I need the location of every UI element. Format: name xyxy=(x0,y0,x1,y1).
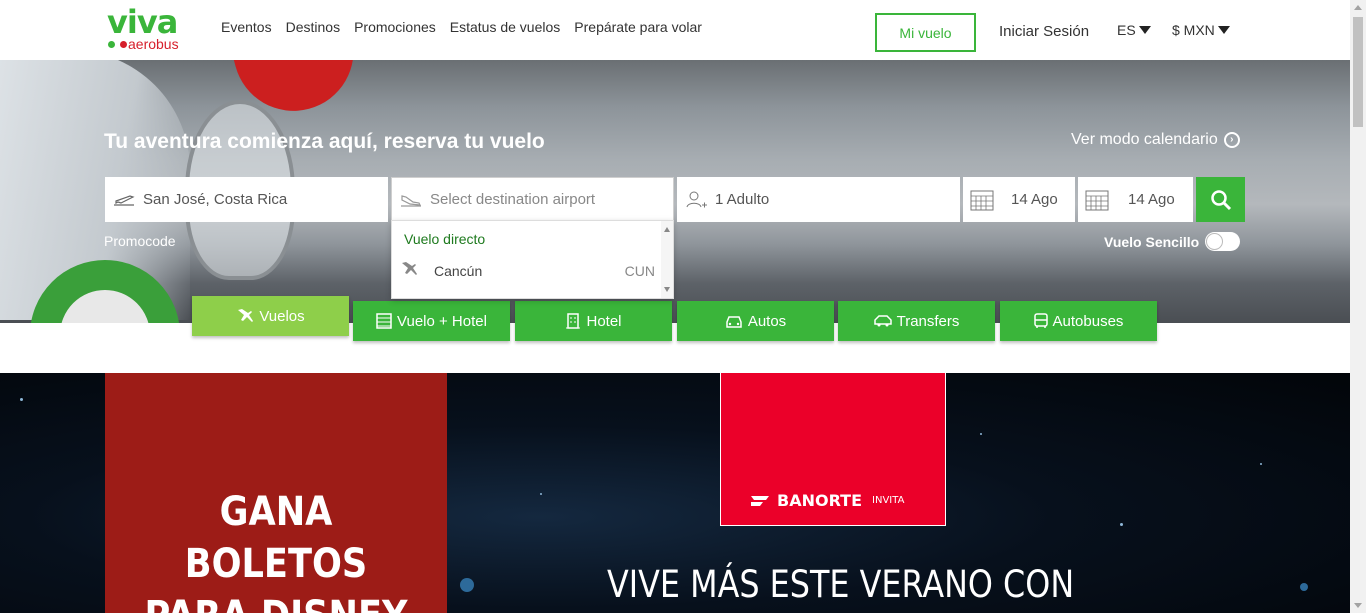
return-date-field[interactable]: 14 Ago xyxy=(1078,177,1193,222)
departure-date-field[interactable]: 14 Ago xyxy=(963,177,1075,222)
destination-field[interactable] xyxy=(391,177,674,222)
calendar-icon xyxy=(1078,188,1116,212)
dropdown-option-cancun[interactable]: Cancún CUN xyxy=(400,261,655,280)
scroll-up-arrow-icon[interactable] xyxy=(664,227,670,232)
passengers-value: 1 Adulto xyxy=(715,191,770,208)
bus-icon xyxy=(1033,313,1048,328)
origin-value: San José, Costa Rica xyxy=(143,191,288,208)
scroll-down-arrow-icon[interactable] xyxy=(1354,603,1362,608)
one-way-toggle-group: Vuelo Sencillo xyxy=(1104,232,1241,251)
shuttle-icon xyxy=(873,315,892,327)
banner-headline: VIVE MÁS ESTE VERANO CON xyxy=(607,563,1075,606)
banorte-sponsor-box: BANORTE INVITA xyxy=(720,373,946,526)
dropdown-section-header: Vuelo directo xyxy=(404,231,486,247)
tab-transfers[interactable]: Transfers xyxy=(838,301,995,341)
hero-section: Tu aventura comienza aquí, reserva tu vu… xyxy=(0,60,1350,323)
plane-landing-icon xyxy=(392,192,430,208)
nav-item-promociones[interactable]: Promociones xyxy=(354,19,436,35)
star-decoration xyxy=(1260,463,1262,465)
promo-banner[interactable]: GANA BOLETOS PARA DISNEY BANORTE INVITA … xyxy=(0,373,1350,613)
star-decoration xyxy=(1120,523,1123,526)
tab-label: Autobuses xyxy=(1052,312,1124,330)
plane-takeoff-icon xyxy=(105,192,143,208)
caret-down-icon xyxy=(1217,26,1230,34)
currency-label: $ MXN xyxy=(1172,22,1215,38)
tab-autobuses[interactable]: Autobuses xyxy=(1000,301,1157,341)
origin-field[interactable]: San José, Costa Rica xyxy=(105,177,388,222)
nav-item-estatus[interactable]: Estatus de vuelos xyxy=(450,19,561,35)
tab-label: Hotel xyxy=(586,312,622,330)
search-button[interactable] xyxy=(1196,177,1245,222)
banner-line-1: GANA xyxy=(219,489,333,535)
banner-left-headline: GANA BOLETOS PARA DISNEY xyxy=(126,486,427,613)
hero-title: Tu aventura comienza aquí, reserva tu vu… xyxy=(104,130,545,153)
calendar-mode-link[interactable]: Ver modo calendario › xyxy=(1071,131,1240,149)
star-decoration xyxy=(980,433,982,435)
passengers-field[interactable]: 1 Adulto xyxy=(677,177,960,222)
star-decoration xyxy=(540,493,542,495)
tab-label: Transfers xyxy=(896,312,960,330)
logo-green-dot xyxy=(108,41,115,48)
viva-aerobus-logo[interactable]: viva aerobus xyxy=(107,4,197,54)
nav-item-eventos[interactable]: Eventos xyxy=(221,19,272,35)
language-selector[interactable]: ES xyxy=(1117,22,1151,38)
banner-line-3: PARA DISNEY xyxy=(126,590,427,613)
chevron-right-circle-icon: › xyxy=(1223,132,1240,148)
banorte-logo: BANORTE INVITA xyxy=(749,491,904,510)
promocode-link[interactable]: Promocode xyxy=(104,233,176,249)
one-way-label: Vuelo Sencillo xyxy=(1104,233,1200,250)
car-icon xyxy=(726,316,742,328)
planet-decoration xyxy=(1300,583,1308,591)
banorte-name: BANORTE xyxy=(777,491,863,510)
page-scrollbar[interactable] xyxy=(1350,0,1366,613)
tab-hotel[interactable]: Hotel xyxy=(515,301,672,341)
destination-dropdown: Vuelo directo Cancún CUN xyxy=(391,220,674,299)
star-decoration xyxy=(20,398,23,401)
banner-line-2: BOLETOS xyxy=(184,541,368,587)
plane-icon xyxy=(400,261,418,280)
calendar-mode-label: Ver modo calendario xyxy=(1071,131,1218,148)
language-label: ES xyxy=(1117,22,1136,38)
main-nav: Eventos Destinos Promociones Estatus de … xyxy=(221,19,702,35)
logo-red-dot xyxy=(120,41,127,48)
search-icon xyxy=(1210,189,1231,210)
departure-date-value: 14 Ago xyxy=(1011,191,1058,208)
scroll-down-arrow-icon[interactable] xyxy=(664,287,670,292)
banorte-invita: INVITA xyxy=(872,495,905,506)
caret-down-icon xyxy=(1138,26,1151,34)
scroll-up-arrow-icon[interactable] xyxy=(1354,5,1362,10)
logo-aerobus-text: aerobus xyxy=(128,36,179,52)
site-header: viva aerobus Eventos Destinos Promocione… xyxy=(0,0,1350,60)
toggle-knob xyxy=(1206,233,1224,250)
my-flight-button[interactable]: Mi vuelo xyxy=(875,13,976,52)
hotel-icon xyxy=(566,313,581,329)
dropdown-scrollbar[interactable] xyxy=(661,221,673,298)
dropdown-option-code: CUN xyxy=(624,262,655,279)
nav-item-preparate[interactable]: Prepárate para volar xyxy=(574,19,702,35)
one-way-toggle[interactable] xyxy=(1205,232,1241,251)
dropdown-option-city: Cancún xyxy=(434,262,483,279)
plane-icon xyxy=(238,309,254,322)
login-link[interactable]: Iniciar Sesión xyxy=(999,23,1089,40)
currency-selector[interactable]: $ MXN xyxy=(1172,22,1230,38)
tab-vuelos[interactable]: Vuelos xyxy=(192,296,349,336)
logo-viva-text: viva xyxy=(107,3,178,41)
tab-autos[interactable]: Autos xyxy=(677,301,834,341)
calendar-icon xyxy=(963,188,1001,212)
tab-vuelo-hotel[interactable]: Vuelo + Hotel xyxy=(353,301,510,341)
planet-decoration xyxy=(460,578,474,592)
tab-label: Vuelo + Hotel xyxy=(397,312,487,330)
banorte-mark-icon xyxy=(751,495,769,506)
banner-red-panel: GANA BOLETOS PARA DISNEY xyxy=(105,373,447,613)
destination-input[interactable] xyxy=(430,191,660,208)
passenger-add-icon xyxy=(677,189,715,211)
tab-label: Autos xyxy=(747,312,787,330)
return-date-value: 14 Ago xyxy=(1128,191,1175,208)
nav-item-destinos[interactable]: Destinos xyxy=(286,19,340,35)
building-icon xyxy=(376,313,392,329)
scrollbar-thumb[interactable] xyxy=(1353,17,1363,127)
tab-label: Vuelos xyxy=(259,307,305,325)
